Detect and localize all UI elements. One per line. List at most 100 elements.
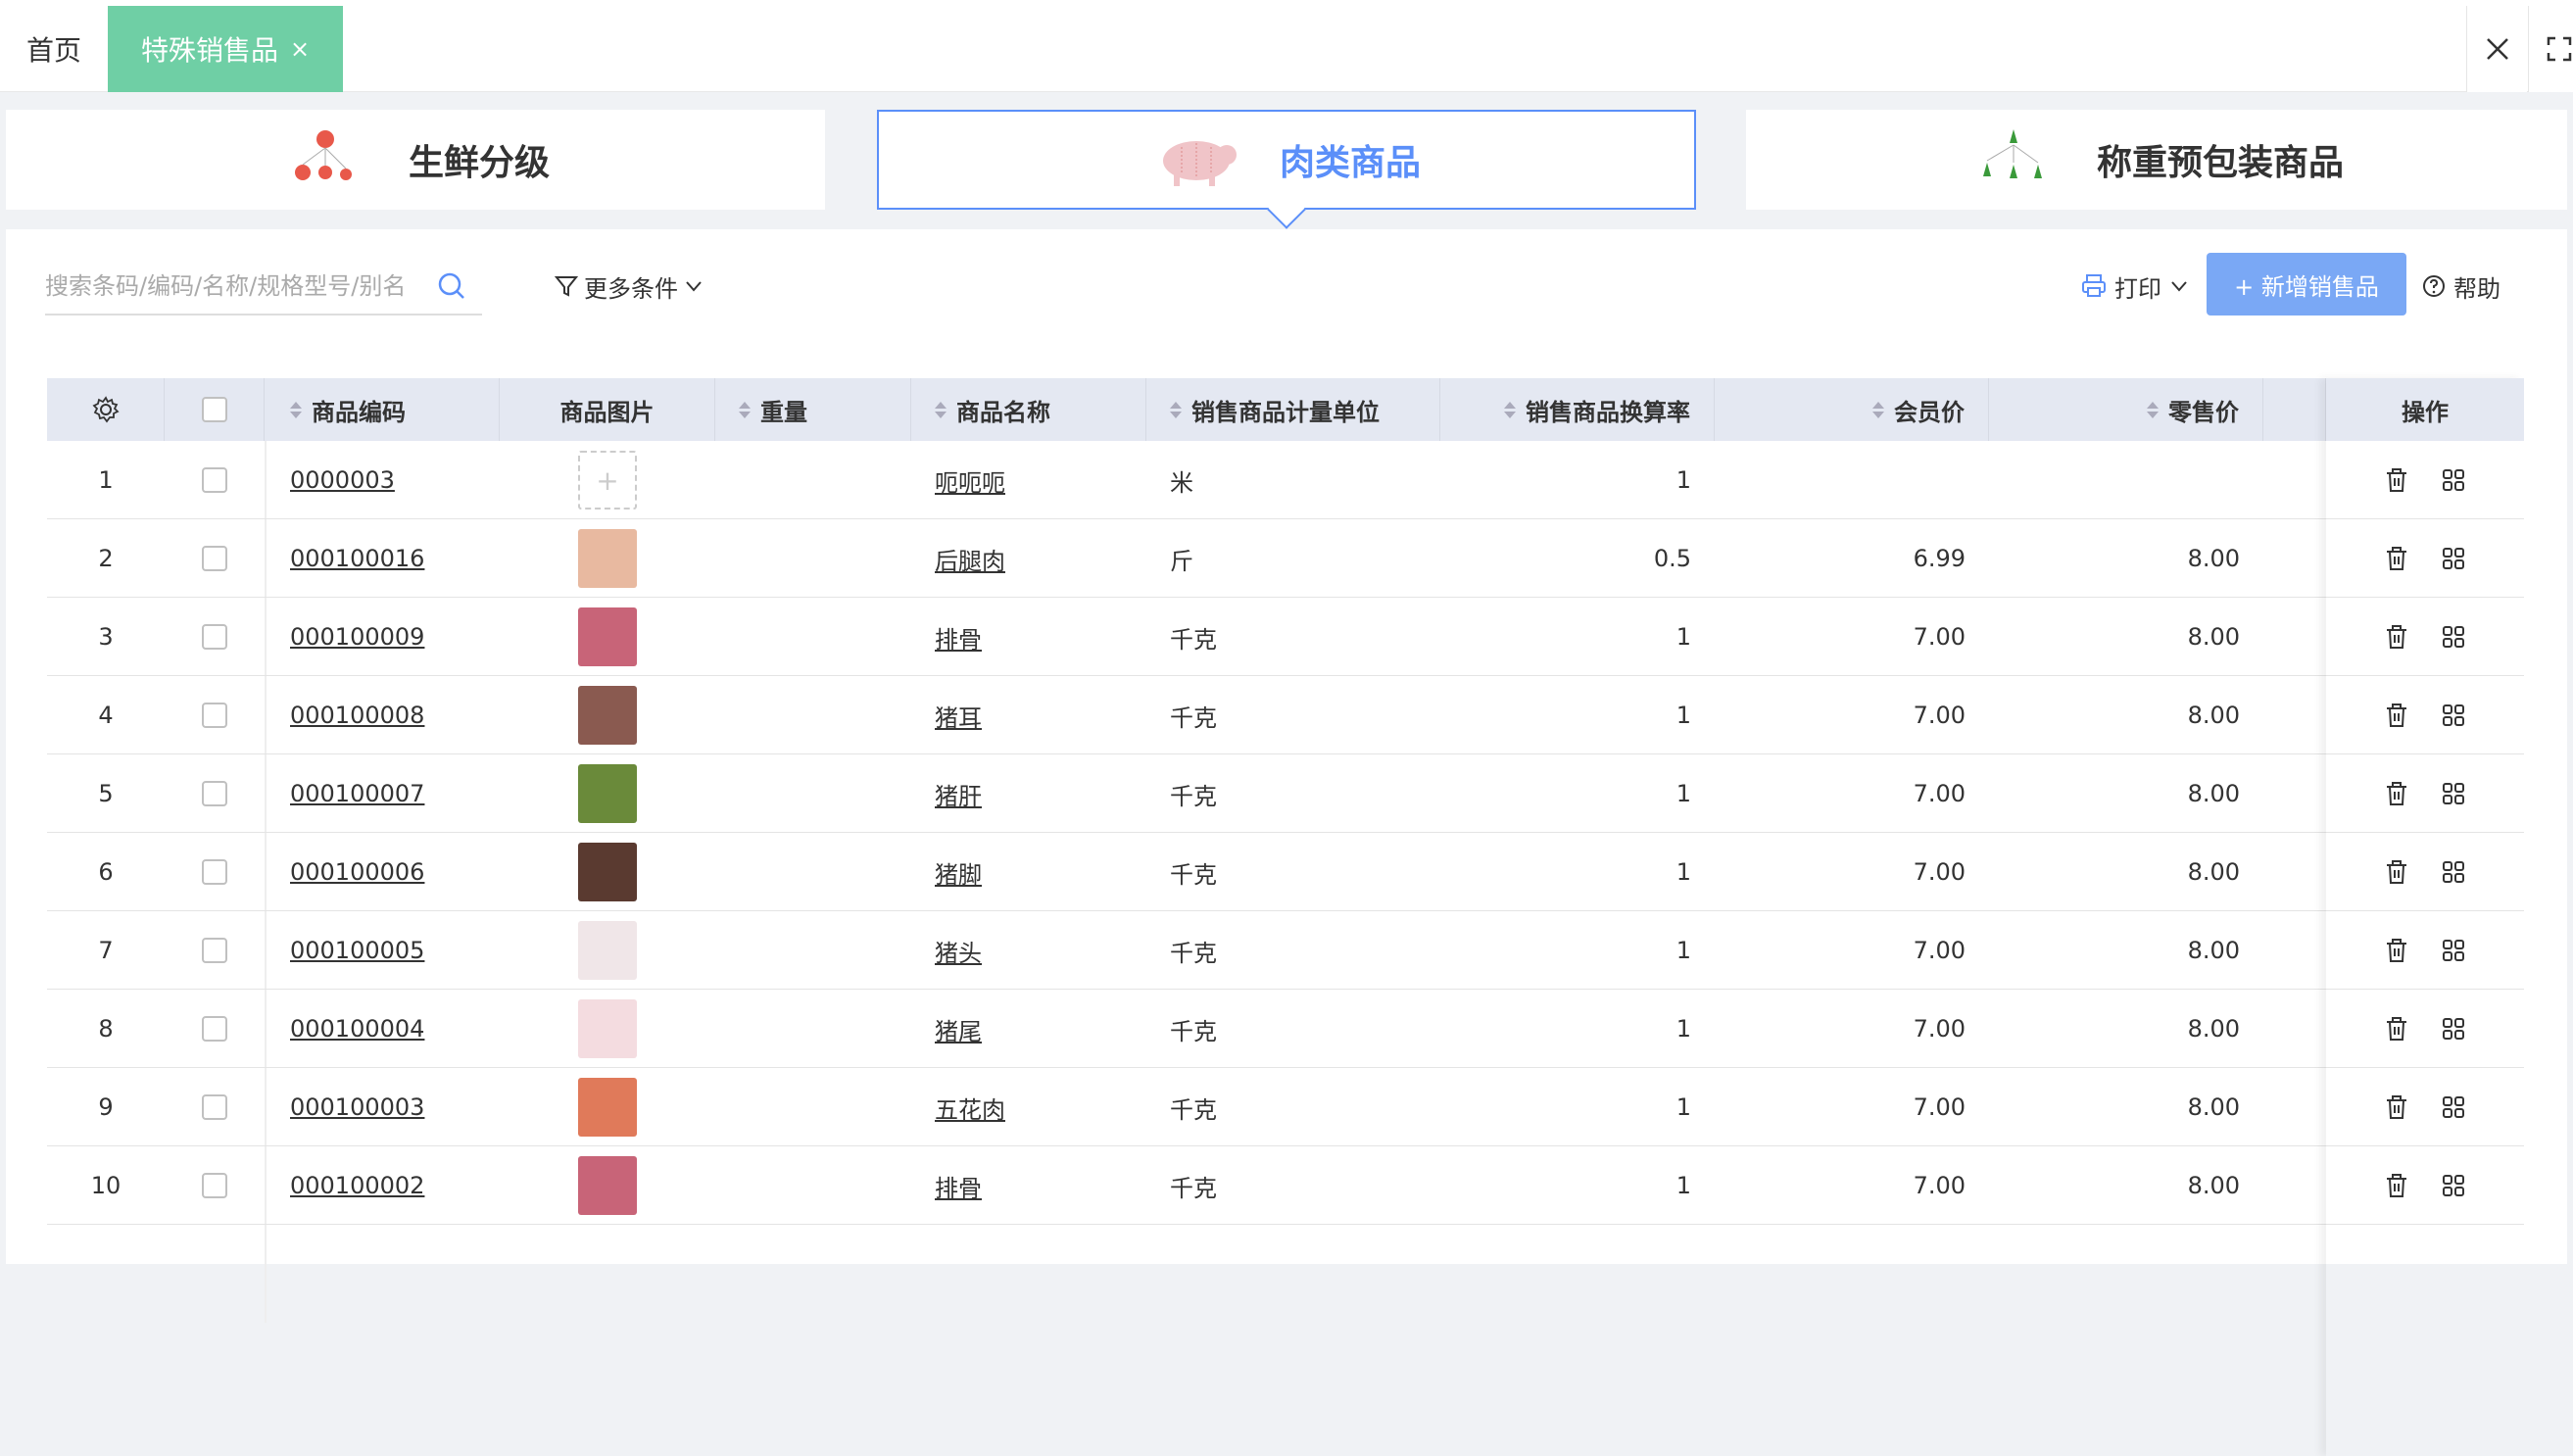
product-code-link[interactable]: 000100008: [290, 702, 424, 729]
row-checkbox[interactable]: [202, 781, 227, 806]
category-meat[interactable]: 肉类商品: [877, 110, 1696, 229]
add-sales-item-button[interactable]: + 新增销售品: [2207, 253, 2406, 315]
row-checkbox[interactable]: [202, 1016, 227, 1042]
th-name[interactable]: 商品名称: [911, 378, 1146, 441]
top-tab-bar: 首页 特殊销售品 ×: [0, 0, 2573, 92]
row-checkbox[interactable]: [202, 1094, 227, 1120]
row-checkbox[interactable]: [202, 467, 227, 493]
table-row: 3 000100009 排骨 千克 1 7.00 8.00: [47, 598, 2524, 676]
grid-icon[interactable]: [2442, 939, 2465, 962]
weight-cell: [715, 676, 911, 754]
product-name-link[interactable]: 五花肉: [935, 1091, 1005, 1125]
tab-home[interactable]: 首页: [0, 6, 108, 92]
product-name-link[interactable]: 猪耳: [935, 699, 982, 733]
fullscreen-button[interactable]: [2528, 6, 2573, 92]
product-code-link[interactable]: 000100005: [290, 937, 424, 964]
grid-icon[interactable]: [2442, 1017, 2465, 1041]
th-retail-price[interactable]: 零售价: [1989, 378, 2263, 441]
delete-icon[interactable]: [2385, 467, 2408, 493]
column-settings[interactable]: [47, 378, 165, 441]
th-rate[interactable]: 销售商品换算率: [1440, 378, 1715, 441]
tab-home-label: 首页: [25, 34, 81, 67]
product-code-link[interactable]: 000100002: [290, 1172, 424, 1199]
grid-icon[interactable]: [2442, 704, 2465, 727]
product-thumbnail[interactable]: [578, 921, 637, 980]
product-name-link[interactable]: 猪脚: [935, 855, 982, 890]
product-thumbnail[interactable]: [578, 607, 637, 666]
category-weighed-packaged[interactable]: 称重预包装商品: [1746, 110, 2567, 210]
row-checkbox[interactable]: [202, 546, 227, 571]
grid-icon[interactable]: [2442, 1174, 2465, 1197]
sort-icon: [1504, 401, 1516, 418]
grid-icon[interactable]: [2442, 782, 2465, 805]
tab-special-sales[interactable]: 特殊销售品 ×: [108, 6, 343, 92]
product-thumbnail[interactable]: [578, 1156, 637, 1215]
search-input[interactable]: [45, 272, 437, 300]
product-code-link[interactable]: 0000003: [290, 466, 395, 494]
product-thumbnail[interactable]: [578, 1078, 637, 1137]
more-conditions-button[interactable]: 更多条件: [555, 267, 704, 306]
row-checkbox[interactable]: [202, 624, 227, 650]
search-icon[interactable]: [437, 271, 466, 301]
product-name-link[interactable]: 排骨: [935, 620, 982, 655]
product-thumbnail[interactable]: [578, 529, 637, 588]
delete-icon[interactable]: [2385, 546, 2408, 571]
category-fresh-grading[interactable]: 生鲜分级: [6, 110, 825, 210]
print-button[interactable]: 打印: [2081, 267, 2189, 306]
product-thumbnail[interactable]: [578, 686, 637, 745]
delete-icon[interactable]: [2385, 781, 2408, 806]
product-code-cell: 000100008: [265, 676, 500, 754]
close-all-button[interactable]: [2466, 6, 2527, 92]
product-code-link[interactable]: 000100003: [290, 1093, 424, 1121]
delete-icon[interactable]: [2385, 1016, 2408, 1042]
delete-icon[interactable]: [2385, 1173, 2408, 1198]
row-checkbox[interactable]: [202, 859, 227, 885]
product-name-link[interactable]: 排骨: [935, 1169, 982, 1203]
th-code[interactable]: 商品编码: [265, 378, 500, 441]
product-thumbnail[interactable]: [578, 764, 637, 823]
grid-icon[interactable]: [2442, 468, 2465, 492]
row-checkbox[interactable]: [202, 703, 227, 728]
product-name-link[interactable]: 呃呃呃: [935, 463, 1005, 498]
product-name-link[interactable]: 猪头: [935, 934, 982, 968]
delete-icon[interactable]: [2385, 703, 2408, 728]
active-pointer: [1267, 190, 1306, 229]
product-code-link[interactable]: 000100004: [290, 1015, 424, 1043]
row-checkbox[interactable]: [202, 1173, 227, 1198]
product-image-cell: [500, 911, 715, 990]
row-checkbox[interactable]: [202, 938, 227, 963]
grid-icon[interactable]: [2442, 860, 2465, 884]
select-all-checkbox[interactable]: [201, 397, 227, 422]
product-thumbnail[interactable]: [578, 999, 637, 1058]
close-tab-icon[interactable]: ×: [290, 35, 310, 63]
delete-icon[interactable]: [2385, 859, 2408, 885]
product-code-link[interactable]: 000100016: [290, 545, 424, 572]
delete-icon[interactable]: [2385, 624, 2408, 650]
grid-icon[interactable]: [2442, 1095, 2465, 1119]
grid-icon[interactable]: [2442, 625, 2465, 649]
product-name-link[interactable]: 猪尾: [935, 1012, 982, 1046]
product-thumbnail[interactable]: +: [578, 451, 637, 510]
product-code-link[interactable]: 000100009: [290, 623, 424, 651]
product-name-link[interactable]: 猪肝: [935, 777, 982, 811]
delete-icon[interactable]: [2385, 938, 2408, 963]
th-weight[interactable]: 重量: [715, 378, 911, 441]
grid-icon[interactable]: [2442, 547, 2465, 570]
product-name-link[interactable]: 后腿肉: [935, 542, 1005, 576]
delete-icon[interactable]: [2385, 1094, 2408, 1120]
unit-cell: 千克: [1170, 1017, 1217, 1045]
product-code-link[interactable]: 000100006: [290, 858, 424, 886]
product-code-link[interactable]: 000100007: [290, 780, 424, 807]
product-name-cell: 猪头: [911, 911, 1146, 990]
th-member-price[interactable]: 会员价: [1715, 378, 1989, 441]
row-checkbox-cell: [165, 519, 265, 598]
help-icon: [2423, 275, 2445, 297]
help-button[interactable]: 帮助: [2422, 267, 2500, 306]
unit-cell: 千克: [1170, 704, 1217, 732]
product-image-cell: [500, 598, 715, 676]
retail-price-cell: 8.00: [2187, 623, 2240, 651]
product-thumbnail[interactable]: [578, 843, 637, 901]
product-code-cell: 000100009: [265, 598, 500, 676]
sort-icon: [935, 401, 947, 418]
th-unit[interactable]: 销售商品计量单位: [1146, 378, 1440, 441]
